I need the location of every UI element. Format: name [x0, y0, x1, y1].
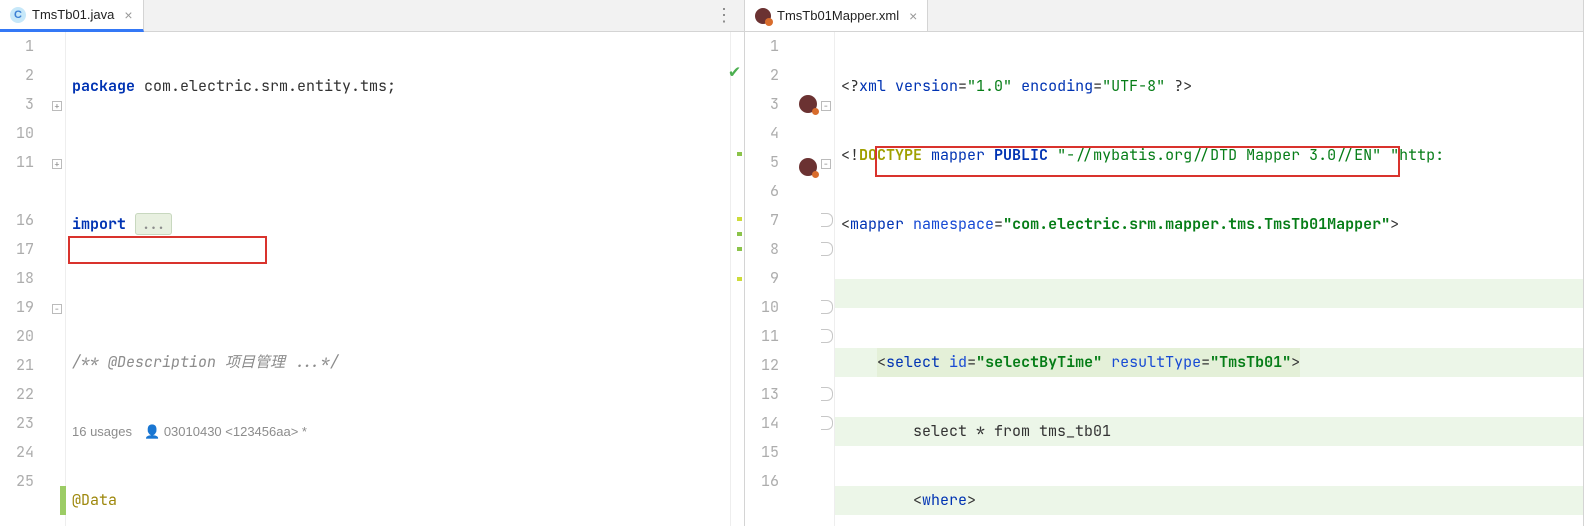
mybatis-nav-icon[interactable] — [799, 95, 817, 113]
right-fold-gutter: − − — [821, 32, 835, 526]
tab-actions-menu[interactable]: ⋮ — [703, 5, 744, 26]
right-editor[interactable]: 12345678910111213141516 − − <?xml vers — [745, 32, 1583, 526]
left-line-gutter: 123101116171819202122232425 — [0, 32, 52, 526]
fold-toggle-icon[interactable]: − — [821, 101, 831, 111]
tab-tmstb01-java[interactable]: C TmsTb01.java × — [0, 0, 144, 32]
right-tabbar: TmsTb01Mapper.xml × — [745, 0, 1583, 32]
left-fold-gutter: + + − — [52, 32, 66, 526]
fold-handle-icon[interactable] — [821, 213, 833, 227]
fold-handle-icon[interactable] — [821, 300, 833, 314]
fold-handle-icon[interactable] — [821, 416, 833, 430]
mybatis-nav-icon[interactable] — [799, 158, 817, 176]
usages-hint[interactable]: 16 usages — [72, 424, 132, 439]
left-marker-rail[interactable]: ✔ — [730, 32, 744, 526]
close-icon[interactable]: × — [909, 8, 917, 24]
left-tabbar: C TmsTb01.java × ⋮ — [0, 0, 744, 32]
tab-label: TmsTb01Mapper.xml — [777, 8, 899, 23]
highlight-box — [68, 236, 267, 264]
right-code[interactable]: <?xml version="1.0" encoding="UTF-8" ?> … — [835, 32, 1583, 526]
left-editor[interactable]: 123101116171819202122232425 + + − packag… — [0, 32, 744, 526]
right-icon-gutter — [797, 32, 821, 526]
fold-handle-icon[interactable] — [821, 329, 833, 343]
author-annotation[interactable]: 👤 03010430 <123456aa> * — [144, 424, 307, 439]
mybatis-file-icon — [755, 8, 771, 24]
fold-toggle-icon[interactable]: + — [52, 101, 62, 111]
tab-tmstb01mapper-xml[interactable]: TmsTb01Mapper.xml × — [745, 0, 928, 31]
fold-toggle-icon[interactable]: − — [52, 304, 62, 314]
folded-region[interactable]: ... — [135, 213, 172, 235]
fold-toggle-icon[interactable]: + — [52, 159, 62, 169]
fold-toggle-icon[interactable]: − — [821, 159, 831, 169]
right-line-gutter: 12345678910111213141516 — [745, 32, 797, 526]
left-editor-pane: C TmsTb01.java × ⋮ 123101116171819202122… — [0, 0, 745, 526]
right-editor-pane: TmsTb01Mapper.xml × 12345678910111213141… — [745, 0, 1584, 526]
left-code[interactable]: package com.electric.srm.entity.tms; imp… — [66, 32, 730, 526]
java-class-icon: C — [10, 7, 26, 23]
fold-handle-icon[interactable] — [821, 387, 833, 401]
tab-label: TmsTb01.java — [32, 7, 114, 22]
fold-handle-icon[interactable] — [821, 242, 833, 256]
close-icon[interactable]: × — [124, 7, 132, 23]
